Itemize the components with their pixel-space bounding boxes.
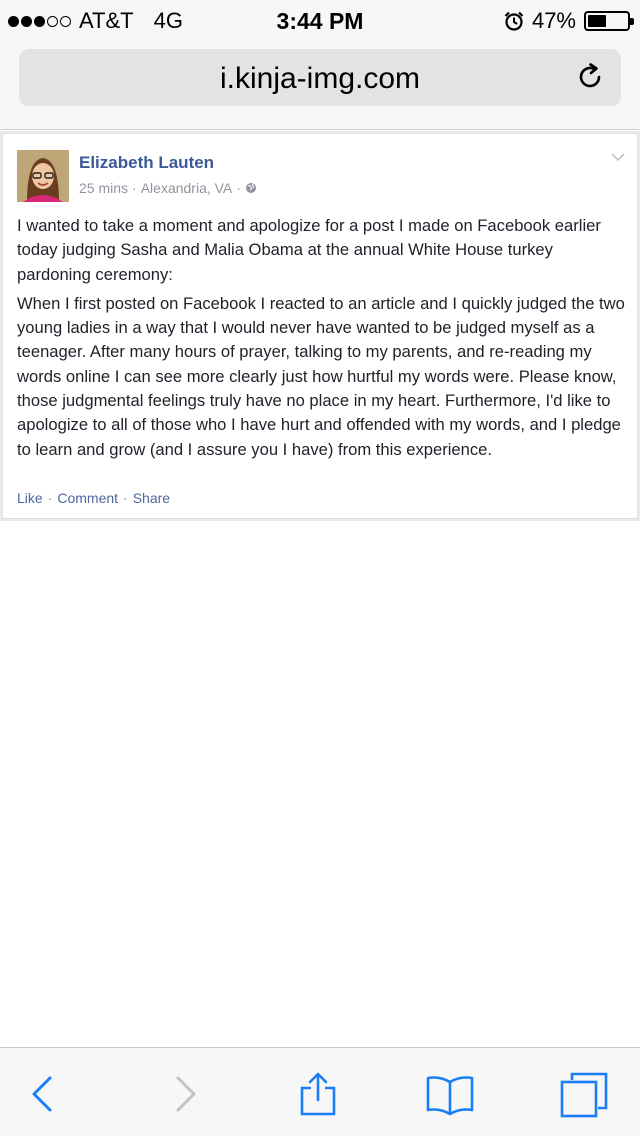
battery-percent: 47% bbox=[531, 8, 576, 33]
tabs-icon[interactable] bbox=[560, 1070, 608, 1118]
meta-separator: · bbox=[236, 180, 241, 196]
post-actions: Like · Comment · Share bbox=[17, 490, 170, 506]
share-link[interactable]: Share bbox=[133, 490, 170, 506]
share-icon[interactable] bbox=[294, 1070, 342, 1118]
back-icon[interactable] bbox=[20, 1070, 68, 1118]
status-bar: AT&T 4G 3:44 PM 47% bbox=[0, 0, 640, 40]
battery-level bbox=[588, 15, 606, 27]
status-right: 47% bbox=[504, 8, 634, 34]
forward-icon[interactable] bbox=[160, 1070, 208, 1118]
post-meta: 25 mins · Alexandria, VA · bbox=[79, 180, 257, 196]
browser-toolbar bbox=[0, 1047, 640, 1136]
post-paragraph: When I first posted on Facebook I reacte… bbox=[17, 293, 625, 459]
author-name[interactable]: Elizabeth Lauten bbox=[79, 153, 214, 173]
comment-link[interactable]: Comment bbox=[57, 490, 118, 506]
avatar[interactable] bbox=[17, 150, 69, 202]
alarm-icon bbox=[504, 11, 524, 31]
page-background bbox=[0, 521, 640, 1047]
action-separator: · bbox=[47, 490, 53, 506]
action-separator: · bbox=[123, 490, 128, 506]
url-field[interactable]: i.kinja-img.com bbox=[19, 49, 621, 106]
post-paragraph: I wanted to take a moment and apologize … bbox=[17, 216, 601, 284]
bookmarks-icon[interactable] bbox=[426, 1070, 474, 1118]
facebook-post: Elizabeth Lauten 25 mins · Alexandria, V… bbox=[2, 133, 638, 519]
battery-icon bbox=[584, 11, 634, 31]
reload-icon[interactable] bbox=[575, 62, 605, 92]
browser-address-bar: i.kinja-img.com bbox=[0, 40, 640, 130]
url-text[interactable]: i.kinja-img.com bbox=[19, 62, 621, 96]
avatar-image bbox=[17, 150, 69, 202]
battery-nub bbox=[630, 18, 634, 25]
page-content: Elizabeth Lauten 25 mins · Alexandria, V… bbox=[0, 131, 640, 1047]
meta-separator: · bbox=[132, 180, 137, 196]
like-link[interactable]: Like bbox=[17, 490, 43, 506]
post-body: I wanted to take a moment and apologize … bbox=[17, 214, 629, 462]
chevron-down-icon[interactable] bbox=[611, 152, 625, 162]
post-location[interactable]: Alexandria, VA bbox=[141, 180, 233, 196]
globe-icon bbox=[245, 183, 256, 193]
post-time[interactable]: 25 mins bbox=[79, 180, 128, 196]
